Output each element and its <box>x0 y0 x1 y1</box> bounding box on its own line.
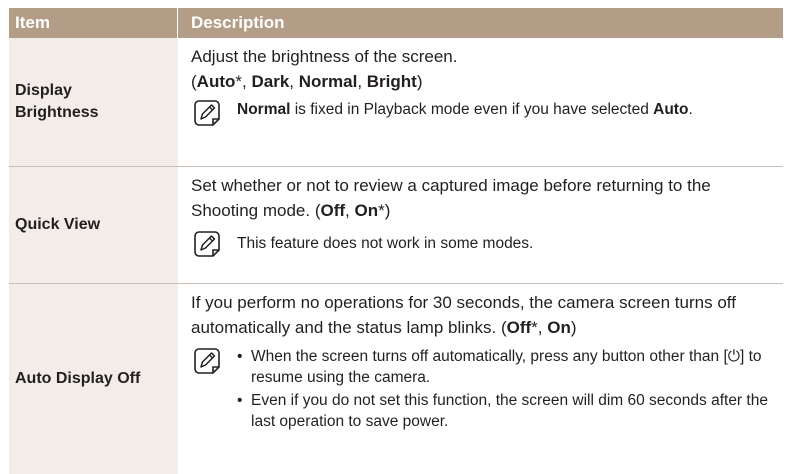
note-bullet-list: When the screen turns off automatically,… <box>237 346 777 434</box>
note-bullet: Even if you do not set this function, th… <box>237 390 777 432</box>
description-text: Adjust the brightness of the screen. (Au… <box>191 44 777 94</box>
description-text: Set whether or not to review a captured … <box>191 176 711 220</box>
description-text: If you perform no operations for 30 seco… <box>191 293 736 337</box>
note-pencil-icon <box>193 347 221 375</box>
note: This feature does not work in some modes… <box>191 229 777 258</box>
item-cell: Quick View <box>9 167 178 283</box>
power-icon: ⏻ <box>727 348 741 365</box>
description-cell: If you perform no operations for 30 seco… <box>178 284 783 474</box>
settings-table: Item Description Display Brightness Adju… <box>9 8 783 474</box>
table-row-display-brightness: Display Brightness Adjust the brightness… <box>9 38 783 167</box>
note-text: This feature does not work in some modes… <box>237 235 534 252</box>
table-row-auto-display-off: Auto Display Off If you perform no opera… <box>9 284 783 474</box>
item-label: Auto Display Off <box>15 370 141 387</box>
item-cell: Display Brightness <box>9 38 178 166</box>
description-cell: Adjust the brightness of the screen. (Au… <box>178 38 783 166</box>
header-description: Description <box>191 13 285 32</box>
table-row-quick-view: Quick View Set whether or not to review … <box>9 167 783 284</box>
item-cell: Auto Display Off <box>9 284 178 474</box>
note: Normal is fixed in Playback mode even if… <box>191 98 777 127</box>
table-header: Item Description <box>9 8 783 38</box>
item-label-line2: Brightness <box>15 104 99 121</box>
item-label-line1: Display <box>15 82 72 99</box>
note-text: Normal is fixed in Playback mode even if… <box>237 101 693 118</box>
note-bullet: When the screen turns off automatically,… <box>237 346 777 388</box>
note-pencil-icon <box>193 99 221 127</box>
description-cell: Set whether or not to review a captured … <box>178 167 783 283</box>
note: When the screen turns off automatically,… <box>191 346 777 434</box>
note-pencil-icon <box>193 230 221 258</box>
options-text: (Auto*, Dark, Normal, Bright) <box>191 72 423 91</box>
item-label: Quick View <box>15 216 101 233</box>
header-item: Item <box>9 8 178 38</box>
